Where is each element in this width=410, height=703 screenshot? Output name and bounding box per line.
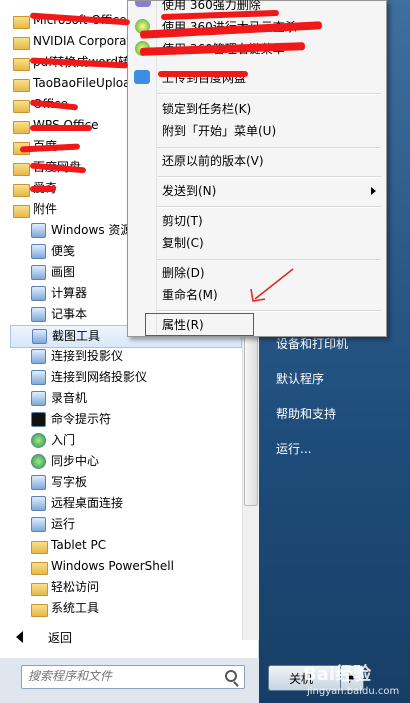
program-item[interactable]: Windows PowerShell bbox=[0, 556, 240, 577]
program-label: 连接到网络投影仪 bbox=[51, 370, 148, 384]
program-item[interactable]: 连接到网络投影仪 bbox=[0, 367, 240, 388]
paint-icon bbox=[31, 265, 46, 280]
program-label: 远程桌面连接 bbox=[51, 496, 124, 510]
back-label: 返回 bbox=[48, 631, 73, 645]
folder-icon bbox=[13, 16, 30, 29]
program-item[interactable]: 同步中心 bbox=[0, 451, 240, 472]
folder-icon bbox=[13, 37, 30, 50]
folder-icon bbox=[13, 121, 30, 134]
program-item[interactable]: Tablet PC bbox=[0, 535, 240, 556]
search-input[interactable] bbox=[22, 666, 219, 686]
back-arrow-icon bbox=[16, 631, 23, 643]
menu-item-send-to[interactable]: 发送到(N) bbox=[162, 181, 216, 201]
help-support-link[interactable]: 帮助和支持 bbox=[276, 405, 336, 422]
folder-icon bbox=[13, 163, 30, 176]
program-label: Windows PowerShell bbox=[51, 559, 174, 573]
folder-icon bbox=[13, 58, 30, 71]
menu-item-cut[interactable]: 剪切(T) bbox=[162, 211, 203, 231]
menu-separator bbox=[157, 176, 381, 178]
properties-highlight-box bbox=[145, 313, 254, 336]
redaction-mark bbox=[30, 186, 56, 192]
program-item[interactable]: 录音机 bbox=[0, 388, 240, 409]
program-label: TaoBaoFileUpload bbox=[33, 76, 139, 90]
folder-icon bbox=[13, 79, 30, 92]
program-label: 附件 bbox=[33, 202, 58, 216]
devices-printers-link[interactable]: 设备和打印机 bbox=[276, 335, 348, 352]
cmd-icon bbox=[31, 412, 46, 427]
redaction-mark bbox=[30, 125, 92, 131]
menu-item-copy[interactable]: 复制(C) bbox=[162, 233, 204, 253]
program-item[interactable]: 入门 bbox=[0, 430, 240, 451]
program-label: 记事本 bbox=[51, 307, 88, 321]
watermark-url: jingyan.baidu.com bbox=[307, 686, 400, 697]
folder-icon bbox=[13, 100, 30, 113]
calculator-icon bbox=[31, 286, 46, 301]
program-item[interactable]: 连接到投影仪 bbox=[0, 346, 240, 367]
back-button[interactable]: 返回 bbox=[10, 626, 240, 648]
getting-started-icon bbox=[31, 433, 46, 448]
program-label: 轻松访问 bbox=[51, 580, 100, 594]
program-label: 系统工具 bbox=[51, 601, 100, 615]
folder-icon bbox=[31, 541, 48, 554]
program-label: 录音机 bbox=[51, 391, 88, 405]
menu-item-rename[interactable]: 重命名(M) bbox=[162, 285, 218, 305]
search-box[interactable] bbox=[21, 665, 245, 689]
baidu-netdisk-icon bbox=[134, 70, 150, 84]
program-item[interactable]: 轻松访问 bbox=[0, 577, 240, 598]
program-label: 命令提示符 bbox=[51, 412, 112, 426]
search-icon-handle bbox=[233, 681, 239, 687]
program-item[interactable]: 命令提示符 bbox=[0, 409, 240, 430]
search-icon bbox=[225, 670, 237, 682]
remote-desktop-icon bbox=[31, 496, 46, 511]
folder-icon bbox=[31, 562, 48, 575]
program-item[interactable]: 写字板 bbox=[0, 472, 240, 493]
notepad-icon bbox=[31, 307, 46, 322]
program-label: 运行 bbox=[51, 517, 76, 531]
baidu-watermark: Bai经验 jingyan.baidu.com bbox=[293, 660, 408, 700]
folder-icon bbox=[31, 583, 48, 596]
menu-separator bbox=[157, 310, 381, 312]
watermark-text: Bai经验 bbox=[303, 664, 372, 685]
menu-separator bbox=[157, 259, 381, 261]
program-item[interactable]: 系统工具 bbox=[0, 598, 240, 619]
folder-icon bbox=[13, 205, 30, 218]
program-label: 连接到投影仪 bbox=[51, 349, 124, 363]
program-label: 同步中心 bbox=[51, 454, 100, 468]
menu-item-restore-versions[interactable]: 还原以前的版本(V) bbox=[162, 151, 264, 171]
menu-separator bbox=[157, 93, 381, 95]
snipping-tool-icon bbox=[32, 329, 47, 344]
menu-item-pin-start[interactable]: 附到「开始」菜单(U) bbox=[162, 121, 276, 141]
redaction-mark bbox=[158, 71, 248, 77]
submenu-arrow-icon bbox=[371, 187, 376, 195]
wordpad-icon bbox=[31, 475, 46, 490]
explorer-icon bbox=[31, 223, 46, 238]
projector-icon bbox=[31, 349, 46, 364]
folder-icon bbox=[13, 184, 30, 197]
program-item[interactable]: 远程桌面连接 bbox=[0, 493, 240, 514]
network-projector-icon bbox=[31, 370, 46, 385]
menu-separator bbox=[157, 206, 381, 208]
annotation-arrow bbox=[250, 268, 294, 302]
sync-icon bbox=[31, 454, 46, 469]
program-label: 入门 bbox=[51, 433, 76, 447]
program-label: 截图工具 bbox=[52, 329, 101, 343]
folder-icon bbox=[31, 604, 48, 617]
run-icon bbox=[31, 517, 46, 532]
microphone-icon bbox=[31, 391, 46, 406]
program-label: 写字板 bbox=[51, 475, 88, 489]
program-item[interactable]: 运行 bbox=[0, 514, 240, 535]
menu-item-delete[interactable]: 删除(D) bbox=[162, 263, 205, 283]
default-programs-link[interactable]: 默认程序 bbox=[276, 370, 324, 387]
sticky-notes-icon bbox=[31, 244, 46, 259]
menu-separator bbox=[157, 147, 381, 149]
menu-item-pin-taskbar[interactable]: 锁定到任务栏(K) bbox=[162, 99, 251, 119]
program-label: 便笺 bbox=[51, 244, 76, 258]
program-label: Tablet PC bbox=[51, 538, 107, 552]
program-label: 计算器 bbox=[51, 286, 88, 300]
program-label: 画图 bbox=[51, 265, 76, 279]
menu-icon-360-delete bbox=[135, 1, 151, 7]
run-link[interactable]: 运行... bbox=[276, 440, 311, 457]
